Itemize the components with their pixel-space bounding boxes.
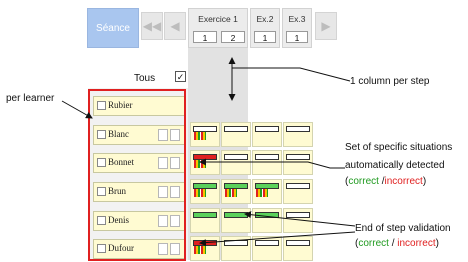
situations-label-2: automatically detected: [345, 160, 445, 171]
incorrect-label: incorrect: [384, 176, 423, 187]
paren-close: ): [435, 238, 439, 249]
column-per-step-label: 1 column per step: [350, 76, 430, 87]
incorrect-label: incorrect: [397, 238, 436, 249]
situations-legend: (correct /incorrect): [345, 176, 426, 187]
end-step-arrow-1: [244, 211, 356, 227]
per-learner-arrow: [61, 100, 93, 119]
situations-arrow: [199, 158, 345, 169]
situations-label-1: Set of specific situations: [345, 142, 453, 153]
per-learner-label: per learner: [6, 93, 55, 104]
column-arrow-down: [228, 67, 351, 101]
end-step-arrow-2: [199, 231, 356, 247]
correct-label: correct: [358, 238, 389, 249]
slash: /: [391, 238, 395, 249]
paren-close: ): [422, 176, 427, 187]
correct-label: correct: [348, 176, 379, 187]
end-step-label: End of step validation: [355, 223, 451, 234]
end-step-legend: (correct / incorrect): [355, 238, 439, 249]
